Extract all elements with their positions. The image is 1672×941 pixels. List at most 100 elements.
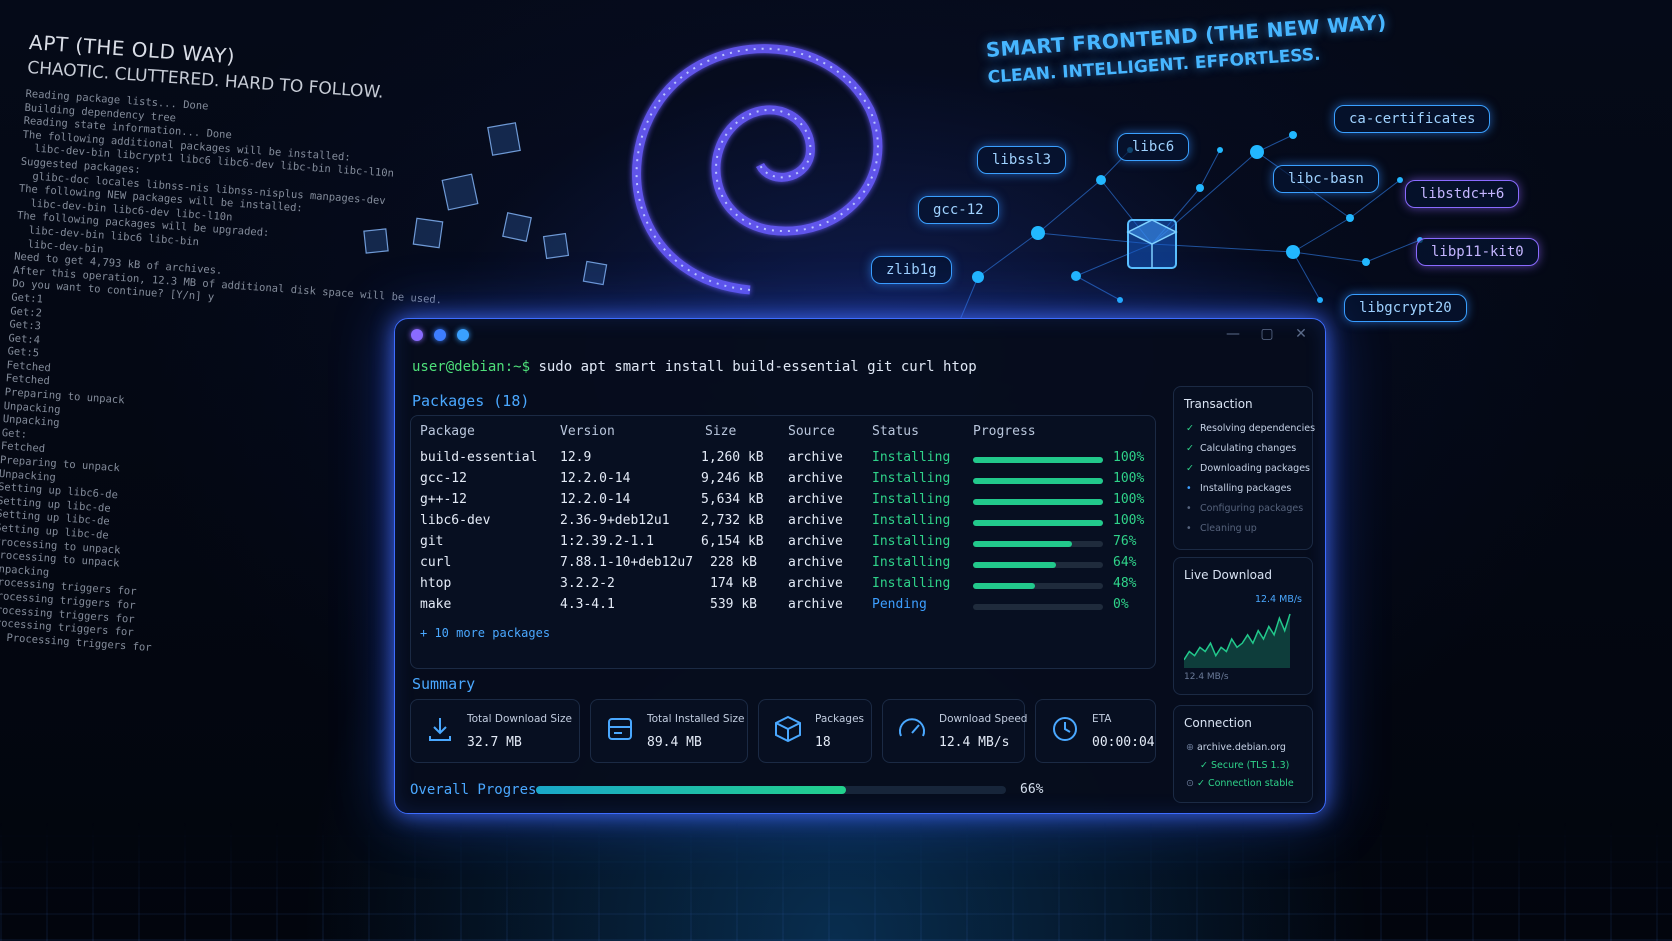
window-dot-2[interactable] xyxy=(434,329,446,341)
cell-status: Installing xyxy=(872,576,951,591)
bullet-icon: • xyxy=(1186,523,1192,534)
table-row[interactable]: g++-12 12.2.0-14 5,634 kB archive Installing… xyxy=(411,492,1155,512)
table-row[interactable]: curl 7.88.1-10+deb12u7 228 kB archive Instal… xyxy=(411,555,1155,575)
check-icon: ✓ xyxy=(1186,443,1194,454)
cell-source: archive xyxy=(788,534,843,549)
check-icon: ✓ xyxy=(1186,463,1194,474)
table-row[interactable]: htop 3.2.2-2 174 kB archive Installing 48% xyxy=(411,576,1155,596)
status-icon: ⊙ xyxy=(1186,778,1197,789)
table-row[interactable]: gcc-12 12.2.0-14 9,246 kB archive Installing… xyxy=(411,471,1155,491)
disk-icon xyxy=(608,718,632,740)
window-controls: — ▢ ✕ xyxy=(1225,326,1309,342)
cell-name: gcc-12 xyxy=(420,471,467,486)
floating-package-cubes xyxy=(363,122,608,286)
connection-host: ⊕ archive.debian.org xyxy=(1186,742,1286,753)
bullet-icon: • xyxy=(1186,483,1192,494)
command-line[interactable]: user@debian:~$ sudo apt smart install bu… xyxy=(412,359,977,375)
transaction-step: ✓ Resolving dependencies xyxy=(1186,423,1315,434)
connection-panel: Connection ⊕ archive.debian.org ✓ Secure… xyxy=(1173,705,1313,803)
summary-label: Total Download Size xyxy=(467,713,572,725)
cell-version: 2.36-9+deb12u1 xyxy=(560,513,670,528)
graph-node-label: libssl3 xyxy=(977,146,1067,174)
close-icon[interactable]: ✕ xyxy=(1293,326,1309,342)
summary-card-download-size: Total Download Size 32.7 MB xyxy=(410,699,580,763)
window-traffic-lights xyxy=(411,329,469,341)
transaction-step: ✓ Calculating changes xyxy=(1186,443,1296,454)
table-row[interactable]: build-essential 12.9 1,260 kB archive Instal… xyxy=(411,450,1155,470)
cell-status: Installing xyxy=(872,534,951,549)
table-row[interactable]: libc6-dev 2.36-9+deb12u1 2,732 kB archive In… xyxy=(411,513,1155,533)
transaction-panel: Transaction ✓ Resolving dependencies ✓ Calc… xyxy=(1173,386,1315,550)
central-package-cube-icon xyxy=(1126,219,1178,269)
summary-label: Download Speed xyxy=(939,713,1028,725)
more-packages-link[interactable]: + 10 more packages xyxy=(420,626,550,640)
progress-percent: 100% xyxy=(1113,471,1145,486)
transaction-step-label: Resolving dependencies xyxy=(1200,423,1316,434)
overall-progress-percent: 66% xyxy=(1020,782,1044,797)
cell-version: 12.2.0-14 xyxy=(560,492,631,507)
overall-progress-bar xyxy=(536,786,1006,794)
progress-percent: 48% xyxy=(1113,576,1137,591)
summary-value: 32.7 MB xyxy=(467,735,522,750)
transaction-step-label: Configuring packages xyxy=(1200,503,1304,514)
connection-secure: ✓ Secure (TLS 1.3) xyxy=(1200,760,1290,771)
cell-size: 6,154 kB xyxy=(701,534,764,549)
cell-version: 1:2.39.2-1.1 xyxy=(560,534,654,549)
column-header-package: Package xyxy=(420,424,475,439)
graph-node-label: zlib1g xyxy=(871,256,952,284)
transaction-step-label: Cleaning up xyxy=(1200,523,1257,534)
live-download-panel: Live Download 12.4 MB/s 12.4 MB/s xyxy=(1173,557,1313,695)
cell-size: 9,246 kB xyxy=(701,471,764,486)
live-download-area xyxy=(1184,614,1290,668)
speedometer-icon xyxy=(899,718,925,737)
progress-bar xyxy=(973,562,1103,568)
maximize-icon[interactable]: ▢ xyxy=(1259,326,1275,342)
cell-size: 539 kB xyxy=(710,597,757,612)
graph-node-label: libc6 xyxy=(1117,133,1190,161)
summary-label: Packages xyxy=(815,713,864,725)
table-row[interactable]: git 1:2.39.2-1.1 6,154 kB archive Installing… xyxy=(411,534,1155,554)
live-download-chart xyxy=(1184,613,1291,668)
live-download-current: 12.4 MB/s xyxy=(1184,672,1229,682)
connection-title: Connection xyxy=(1184,716,1252,730)
cell-status: Installing xyxy=(872,450,951,465)
cell-name: git xyxy=(420,534,444,549)
transaction-step: ✓ Downloading packages xyxy=(1186,463,1310,474)
summary-label: Total Installed Size xyxy=(647,713,745,725)
cell-status: Installing xyxy=(872,513,951,528)
cell-source: archive xyxy=(788,576,843,591)
transaction-title: Transaction xyxy=(1184,397,1253,411)
cell-name: curl xyxy=(420,555,452,570)
cell-source: archive xyxy=(788,450,843,465)
transaction-step: • Cleaning up xyxy=(1186,523,1257,534)
download-icon xyxy=(429,718,451,741)
minimize-icon[interactable]: — xyxy=(1225,326,1241,342)
column-header-size: Size xyxy=(705,424,737,439)
command-text: sudo apt smart install build-essential g… xyxy=(530,359,977,375)
cell-size: 174 kB xyxy=(710,576,757,591)
clock-icon xyxy=(1053,717,1077,741)
summary-card-packages: Packages 18 xyxy=(758,699,872,763)
package-icon xyxy=(775,715,801,743)
summary-card-download-speed: Download Speed 12.4 MB/s xyxy=(882,699,1028,763)
window-dot-3[interactable] xyxy=(457,329,469,341)
window-dot-1[interactable] xyxy=(411,329,423,341)
connection-host-text: archive.debian.org xyxy=(1196,742,1286,753)
cell-version: 7.88.1-10+deb12u7 xyxy=(560,555,694,570)
globe-icon: ⊕ xyxy=(1186,742,1197,753)
graph-node-label: libstdc++6 xyxy=(1405,180,1520,208)
cell-source: archive xyxy=(788,492,843,507)
transaction-step-label: Downloading packages xyxy=(1200,463,1310,474)
transaction-step: • Installing packages xyxy=(1186,483,1291,494)
graph-node-label: libc-basn xyxy=(1273,165,1379,193)
packages-title: Packages (18) xyxy=(412,392,530,410)
live-download-title: Live Download xyxy=(1184,568,1272,582)
graph-node-label: libp11-kit0 xyxy=(1416,238,1539,266)
transaction-step-label: Installing packages xyxy=(1200,483,1292,494)
progress-percent: 100% xyxy=(1113,513,1145,528)
column-header-source: Source xyxy=(788,424,835,439)
cell-source: archive xyxy=(788,597,843,612)
cell-name: make xyxy=(420,597,452,612)
table-row[interactable]: make 4.3-4.1 539 kB archive Pending 0% xyxy=(411,597,1155,617)
cell-name: libc6-dev xyxy=(420,513,491,528)
